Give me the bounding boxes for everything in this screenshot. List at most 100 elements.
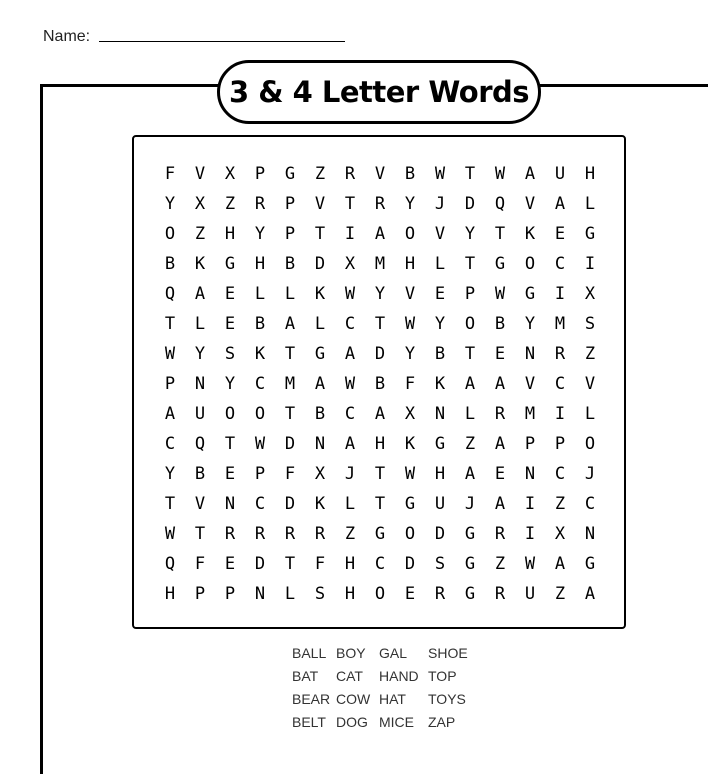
grid-letter[interactable]: O <box>215 399 245 429</box>
grid-letter[interactable]: O <box>515 249 545 279</box>
grid-letter[interactable]: H <box>575 159 605 189</box>
grid-letter[interactable]: G <box>305 339 335 369</box>
grid-letter[interactable]: I <box>335 219 365 249</box>
grid-letter[interactable]: G <box>215 249 245 279</box>
grid-letter[interactable]: A <box>455 459 485 489</box>
grid-letter[interactable]: Y <box>215 369 245 399</box>
grid-letter[interactable]: A <box>365 219 395 249</box>
grid-letter[interactable]: C <box>245 489 275 519</box>
grid-letter[interactable]: P <box>455 279 485 309</box>
grid-letter[interactable]: R <box>275 519 305 549</box>
grid-letter[interactable]: H <box>335 549 365 579</box>
grid-letter[interactable]: O <box>395 219 425 249</box>
grid-letter[interactable]: Y <box>455 219 485 249</box>
grid-letter[interactable]: R <box>245 519 275 549</box>
grid-letter[interactable]: C <box>545 459 575 489</box>
grid-letter[interactable]: Z <box>305 159 335 189</box>
grid-letter[interactable]: X <box>185 189 215 219</box>
grid-letter[interactable]: T <box>365 309 395 339</box>
grid-letter[interactable]: Q <box>485 189 515 219</box>
grid-letter[interactable]: E <box>485 459 515 489</box>
grid-letter[interactable]: G <box>365 519 395 549</box>
grid-letter[interactable]: Y <box>155 189 185 219</box>
grid-letter[interactable]: P <box>155 369 185 399</box>
grid-letter[interactable]: K <box>425 369 455 399</box>
grid-letter[interactable]: N <box>515 339 545 369</box>
grid-letter[interactable]: T <box>455 249 485 279</box>
grid-letter[interactable]: A <box>485 429 515 459</box>
grid-letter[interactable]: Y <box>395 189 425 219</box>
grid-letter[interactable]: G <box>395 489 425 519</box>
grid-letter[interactable]: A <box>485 369 515 399</box>
grid-letter[interactable]: V <box>425 219 455 249</box>
grid-letter[interactable]: T <box>275 399 305 429</box>
grid-letter[interactable]: K <box>245 339 275 369</box>
name-write-line[interactable] <box>99 41 345 42</box>
grid-letter[interactable]: G <box>515 279 545 309</box>
grid-letter[interactable]: T <box>155 489 185 519</box>
grid-letter[interactable]: L <box>275 279 305 309</box>
grid-letter[interactable]: J <box>425 189 455 219</box>
grid-letter[interactable]: L <box>335 489 365 519</box>
grid-letter[interactable]: X <box>575 279 605 309</box>
grid-letter[interactable]: X <box>395 399 425 429</box>
grid-letter[interactable]: R <box>425 579 455 609</box>
grid-letter[interactable]: Y <box>515 309 545 339</box>
grid-letter[interactable]: M <box>365 249 395 279</box>
grid-letter[interactable]: D <box>275 489 305 519</box>
grid-letter[interactable]: A <box>485 489 515 519</box>
grid-letter[interactable]: L <box>575 399 605 429</box>
grid-letter[interactable]: H <box>245 249 275 279</box>
grid-letter[interactable]: D <box>395 549 425 579</box>
grid-letter[interactable]: E <box>215 279 245 309</box>
grid-letter[interactable]: Z <box>545 489 575 519</box>
grid-letter[interactable]: B <box>245 309 275 339</box>
grid-letter[interactable]: Y <box>155 459 185 489</box>
grid-letter[interactable]: W <box>515 549 545 579</box>
grid-letter[interactable]: Y <box>185 339 215 369</box>
grid-letter[interactable]: F <box>305 549 335 579</box>
grid-letter[interactable]: B <box>275 249 305 279</box>
grid-letter[interactable]: G <box>275 159 305 189</box>
grid-letter[interactable]: P <box>245 159 275 189</box>
grid-letter[interactable]: W <box>425 159 455 189</box>
grid-letter[interactable]: T <box>455 159 485 189</box>
grid-letter[interactable]: N <box>215 489 245 519</box>
grid-letter[interactable]: H <box>335 579 365 609</box>
grid-letter[interactable]: D <box>455 189 485 219</box>
grid-letter[interactable]: U <box>545 159 575 189</box>
grid-letter[interactable]: H <box>365 429 395 459</box>
grid-letter[interactable]: C <box>365 549 395 579</box>
grid-letter[interactable]: B <box>365 369 395 399</box>
grid-letter[interactable]: C <box>575 489 605 519</box>
grid-letter[interactable]: O <box>395 519 425 549</box>
grid-letter[interactable]: A <box>305 369 335 399</box>
grid-letter[interactable]: A <box>575 579 605 609</box>
grid-letter[interactable]: W <box>335 369 365 399</box>
grid-letter[interactable]: A <box>335 429 365 459</box>
grid-letter[interactable]: T <box>275 339 305 369</box>
grid-letter[interactable]: A <box>545 549 575 579</box>
grid-letter[interactable]: I <box>545 279 575 309</box>
grid-letter[interactable]: E <box>215 309 245 339</box>
grid-letter[interactable]: L <box>575 189 605 219</box>
grid-letter[interactable]: A <box>155 399 185 429</box>
grid-letter[interactable]: V <box>515 189 545 219</box>
grid-letter[interactable]: I <box>515 489 545 519</box>
grid-letter[interactable]: S <box>575 309 605 339</box>
grid-letter[interactable]: H <box>395 249 425 279</box>
grid-letter[interactable]: O <box>575 429 605 459</box>
grid-letter[interactable]: G <box>575 219 605 249</box>
grid-letter[interactable]: Y <box>245 219 275 249</box>
grid-letter[interactable]: R <box>485 519 515 549</box>
grid-letter[interactable]: X <box>545 519 575 549</box>
grid-letter[interactable]: N <box>245 579 275 609</box>
grid-letter[interactable]: L <box>245 279 275 309</box>
grid-letter[interactable]: W <box>395 459 425 489</box>
grid-letter[interactable]: N <box>305 429 335 459</box>
grid-letter[interactable]: P <box>275 189 305 219</box>
grid-letter[interactable]: P <box>515 429 545 459</box>
grid-letter[interactable]: H <box>155 579 185 609</box>
grid-letter[interactable]: I <box>515 519 545 549</box>
grid-letter[interactable]: B <box>425 339 455 369</box>
